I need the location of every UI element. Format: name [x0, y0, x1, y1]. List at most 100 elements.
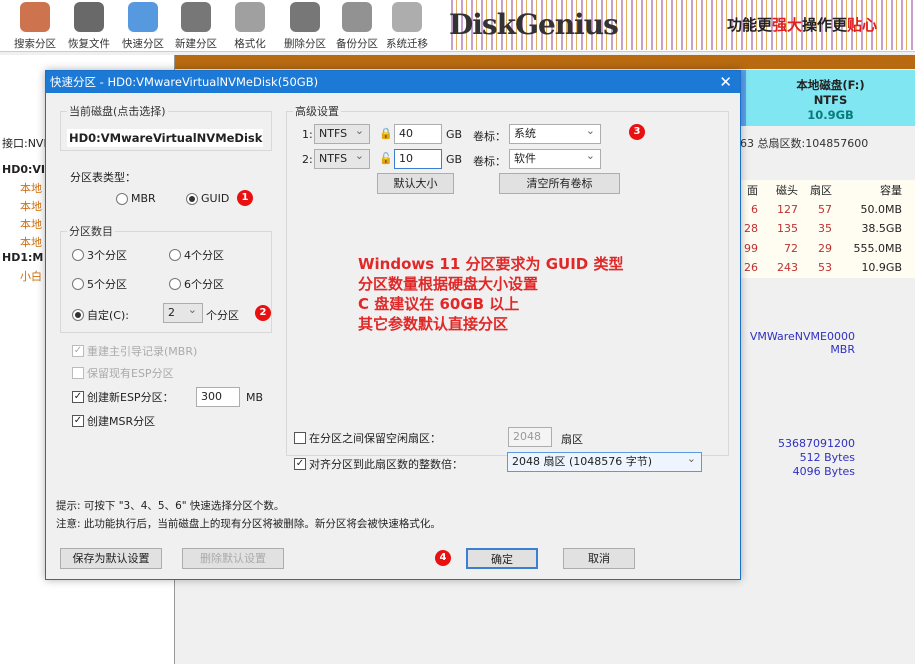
clear-labels-button[interactable]: 清空所有卷标 — [499, 173, 620, 194]
toolbar-button-6[interactable]: 备份分区 — [330, 2, 384, 51]
size-input[interactable]: 40 — [394, 124, 442, 144]
table-cell: 29 — [818, 241, 832, 255]
table-header: 面 磁头 扇区 容量 — [740, 180, 915, 200]
radio-mbr[interactable]: MBR — [116, 192, 156, 205]
table-cell: 555.0MB — [853, 241, 902, 255]
ok-button[interactable]: 确定 — [466, 548, 538, 569]
backup-icon — [342, 2, 372, 32]
tree-disk0[interactable]: HD0:VI — [2, 163, 45, 176]
radio-4-partitions[interactable]: 4个分区 — [169, 247, 224, 263]
current-disk-field[interactable]: HD0:VMwareVirtualNVMeDisk — [67, 129, 263, 147]
radio-3-partitions[interactable]: 3个分区 — [72, 247, 127, 263]
table-cell: 35 — [818, 222, 832, 236]
logo: DiskGenius — [449, 8, 619, 41]
tree-partition[interactable]: 本地 — [2, 180, 42, 196]
create-msr-checkbox[interactable]: ✓ 创建MSR分区 — [72, 413, 155, 429]
align-sectors-select[interactable]: 2048 扇区 (1048576 字节) — [507, 450, 702, 472]
search-icon — [20, 2, 50, 32]
toolbar-button-2[interactable]: 快速分区 — [116, 2, 170, 51]
toolbar-label: 备份分区 — [336, 38, 378, 50]
fs-select[interactable]: NTFS — [314, 147, 370, 169]
reserve-sectors-unit: 扇区 — [561, 433, 583, 446]
lock-icon[interactable]: 🔒 — [379, 127, 393, 140]
step-badge-3: 3 — [629, 124, 645, 140]
table-row[interactable]: 6 127 57 50.0MB — [740, 200, 915, 220]
toolbar-button-7[interactable]: 系统迁移 — [380, 2, 434, 51]
volume-label-label: 卷标： — [473, 130, 506, 143]
toolbar-label: 系统迁移 — [386, 38, 428, 50]
toolbar-button-1[interactable]: 恢复文件 — [62, 2, 116, 51]
toolbar-button-5[interactable]: 删除分区 — [278, 2, 332, 51]
dialog-titlebar[interactable]: 快速分区 - HD0:VMwareVirtualNVMeDisk(50GB) ✕ — [46, 71, 740, 93]
radio-6-partitions[interactable]: 6个分区 — [169, 276, 224, 292]
current-disk-group: 当前磁盘(点击选择) HD0:VMwareVirtualNVMeDisk — [60, 103, 272, 151]
save-default-button[interactable]: 保存为默认设置 — [60, 548, 162, 569]
partition-block-f[interactable]: 本地磁盘(F:) NTFS 10.9GB — [740, 70, 915, 126]
table-cell: 50.0MB — [860, 202, 902, 216]
table-row[interactable]: 99 72 29 555.0MB — [740, 239, 915, 259]
partition-table: 面 磁头 扇区 容量 6 127 57 50.0MB 28 135 35 38.5GB 99 72 29 55… — [740, 180, 915, 278]
toolbar-label: 删除分区 — [284, 38, 326, 50]
size-input[interactable]: 10 — [394, 149, 442, 169]
migrate-icon — [392, 2, 422, 32]
table-cell: 99 — [744, 241, 758, 255]
close-icon[interactable]: ✕ — [719, 71, 732, 93]
table-row[interactable]: 26 243 53 10.9GB — [740, 258, 915, 278]
toolbar-button-0[interactable]: 搜索分区 — [8, 2, 62, 51]
table-cell: 72 — [784, 241, 798, 255]
quick-partition-dialog: 快速分区 - HD0:VMwareVirtualNVMeDisk(50GB) ✕ … — [45, 70, 741, 580]
tip-text: 提示: 可按下 "3、4、5、6" 快速选择分区个数。 — [56, 500, 285, 512]
delete-default-button[interactable]: 删除默认设置 — [182, 548, 284, 569]
unlock-icon[interactable]: 🔓 — [379, 152, 393, 165]
create-esp-checkbox[interactable]: ✓ 创建新ESP分区： — [72, 389, 174, 405]
tree-partition[interactable]: 本地 — [2, 198, 42, 214]
tree-partition[interactable]: 本地 — [2, 216, 42, 232]
rebuild-mbr-checkbox[interactable]: ✓ 重建主引导记录(MBR) — [72, 343, 197, 359]
disk-bar — [150, 55, 915, 69]
custom-count-select[interactable]: 2 — [163, 301, 203, 323]
toolbar-button-4[interactable]: 格式化 — [223, 2, 277, 51]
step-badge-2: 2 — [255, 305, 271, 321]
tree-partition[interactable]: 本地 — [2, 234, 42, 250]
align-partitions-checkbox[interactable]: ✓ 对齐分区到此扇区数的整数倍： — [294, 456, 463, 472]
row-index: 1: — [302, 128, 313, 141]
table-cell: 6 — [751, 202, 758, 216]
delete-icon — [290, 2, 320, 32]
table-cell: 57 — [818, 202, 832, 216]
table-cell: 容量 — [880, 183, 902, 197]
radio-custom[interactable]: 自定(C): — [72, 307, 129, 323]
volume-label-label: 卷标： — [473, 155, 506, 168]
table-cell: 扇区 — [810, 183, 832, 197]
tree-disk1[interactable]: HD1:M — [2, 251, 43, 264]
toolbar-label: 恢复文件 — [68, 38, 110, 50]
radio-5-partitions[interactable]: 5个分区 — [72, 276, 127, 292]
table-type-label: 分区表类型： — [70, 171, 136, 184]
reserve-sectors-checkbox[interactable]: 在分区之间保留空闲扇区： — [294, 430, 441, 446]
esp-size-input[interactable]: 300 — [196, 387, 240, 407]
row-index: 2: — [302, 153, 313, 166]
fs-select[interactable]: NTFS — [314, 122, 370, 144]
new-partition-icon — [181, 2, 211, 32]
table-cell: 26 — [744, 261, 758, 275]
disk-model-info: VMWareNVME0000 MBR — [749, 330, 855, 356]
default-size-button[interactable]: 默认大小 — [377, 173, 454, 194]
slogan: 功能更强大操作更贴心 — [727, 16, 878, 34]
radio-guid[interactable]: GUID — [186, 192, 229, 205]
table-row[interactable]: 28 135 35 38.5GB — [740, 219, 915, 239]
toolbar-label: 搜索分区 — [14, 38, 56, 50]
toolbar-button-3[interactable]: 新建分区 — [169, 2, 223, 51]
format-icon — [235, 2, 265, 32]
sector-info: 63 总扇区数:104857600 — [740, 137, 869, 150]
banner: DiskGenius 功能更强大操作更贴心 — [447, 0, 915, 50]
size-unit: GB — [446, 128, 463, 141]
toolbar-label: 新建分区 — [175, 38, 217, 50]
volume-label-select[interactable]: 系统 — [509, 122, 601, 144]
volume-label-select[interactable]: 软件 — [509, 147, 601, 169]
step-badge-1: 1 — [237, 190, 253, 206]
keep-esp-checkbox[interactable]: 保留现有ESP分区 — [72, 365, 174, 381]
step-badge-4: 4 — [435, 550, 451, 566]
restore-icon — [74, 2, 104, 32]
reserve-sectors-input[interactable]: 2048 — [508, 427, 552, 447]
tree-partition[interactable]: 小白 — [2, 268, 42, 284]
cancel-button[interactable]: 取消 — [563, 548, 635, 569]
